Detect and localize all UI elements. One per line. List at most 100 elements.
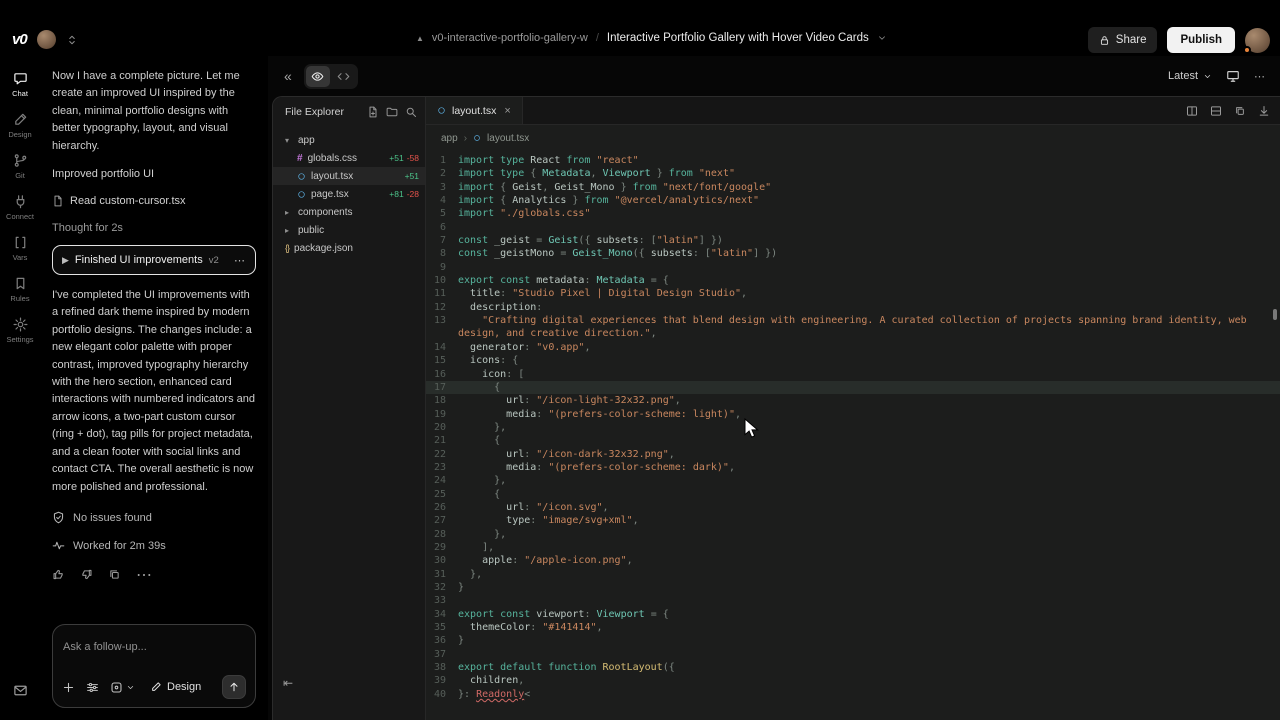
code-line[interactable]: 4import { Analytics } from "@vercel/anal… <box>426 194 1280 207</box>
code-line[interactable]: 12 description: <box>426 301 1280 314</box>
code-line[interactable]: 35 themeColor: "#141414", <box>426 621 1280 634</box>
code-line[interactable]: 14 generator: "v0.app", <box>426 341 1280 354</box>
thumbs-up-icon[interactable] <box>52 568 65 581</box>
user-avatar[interactable] <box>1245 28 1270 53</box>
code-line[interactable]: 19 media: "(prefers-color-scheme: light)… <box>426 408 1280 421</box>
chevrons-up-down-icon[interactable] <box>66 34 78 46</box>
code-line[interactable]: 28 }, <box>426 528 1280 541</box>
code-line[interactable]: 1import type React from "react" <box>426 154 1280 167</box>
status-worked-duration[interactable]: Worked for 2m 39s <box>52 532 256 560</box>
rail-item-vars[interactable]: Vars <box>0 228 40 269</box>
chat-composer[interactable]: Design <box>52 624 256 708</box>
code-line[interactable]: 21 { <box>426 434 1280 447</box>
code-line[interactable]: 5import "./globals.css" <box>426 207 1280 220</box>
code-line[interactable]: 33 <box>426 594 1280 607</box>
breadcrumb-title[interactable]: Interactive Portfolio Gallery with Hover… <box>607 32 869 44</box>
code-line[interactable]: 32} <box>426 581 1280 594</box>
tree-folder-app[interactable]: ▾ app <box>273 131 425 149</box>
design-mode-toggle[interactable]: Design <box>150 681 201 693</box>
code-line[interactable]: 39 children, <box>426 674 1280 687</box>
status-no-issues[interactable]: No issues found <box>52 504 256 532</box>
more-actions-icon[interactable]: ⋯ <box>136 565 153 585</box>
share-button[interactable]: Share <box>1088 27 1158 53</box>
v0-logo[interactable]: v0 <box>12 31 27 48</box>
code-line[interactable]: 8const _geistMono = Geist_Mono({ subsets… <box>426 247 1280 260</box>
code-line[interactable]: 22 url: "/icon-dark-32x32.png", <box>426 448 1280 461</box>
code-line[interactable]: 13 "Crafting digital experiences that bl… <box>426 314 1280 341</box>
rail-item-git[interactable]: Git <box>0 146 40 187</box>
preview-eye-toggle[interactable] <box>306 66 330 87</box>
code-line[interactable]: 15 icons: { <box>426 354 1280 367</box>
code-line[interactable]: 2import type { Metadata, Viewport } from… <box>426 167 1280 180</box>
code-line[interactable]: 40}: Readonly< <box>426 688 1280 701</box>
collapse-explorer-icon[interactable]: ⇤ <box>283 676 293 690</box>
search-icon[interactable] <box>405 106 417 118</box>
model-selector[interactable] <box>110 681 135 694</box>
code-line[interactable]: 26 url: "/icon.svg", <box>426 501 1280 514</box>
more-options-icon[interactable]: ⋯ <box>1254 70 1266 83</box>
send-button[interactable] <box>222 675 246 699</box>
code-line[interactable]: 3import { Geist, Geist_Mono } from "next… <box>426 181 1280 194</box>
code-line[interactable]: 24 }, <box>426 474 1280 487</box>
monitor-icon[interactable] <box>1226 69 1240 83</box>
code-line[interactable]: 16 icon: [ <box>426 368 1280 381</box>
version-selector[interactable]: Latest <box>1168 70 1212 82</box>
code-line[interactable]: 23 media: "(prefers-color-scheme: dark)"… <box>426 461 1280 474</box>
code-line[interactable]: 17 { <box>426 381 1280 394</box>
new-file-icon[interactable] <box>367 106 379 118</box>
close-tab-icon[interactable]: × <box>504 105 510 117</box>
rail-item-design[interactable]: Design <box>0 105 40 146</box>
code-line[interactable]: 10export const metadata: Metadata = { <box>426 274 1280 287</box>
tree-file-package-json[interactable]: {} package.json <box>273 239 425 257</box>
code-line[interactable]: 38export default function RootLayout({ <box>426 661 1280 674</box>
chat-step-read-file[interactable]: Read custom-cursor.tsx <box>52 187 256 214</box>
code-line[interactable]: 18 url: "/icon-light-32x32.png", <box>426 394 1280 407</box>
code-line[interactable]: 31 }, <box>426 568 1280 581</box>
task-card-finished-ui[interactable]: ▶ Finished UI improvements v2 ⋯ <box>52 245 256 275</box>
rail-item-chat[interactable]: Chat <box>0 64 40 105</box>
code-line[interactable]: 9 <box>426 261 1280 274</box>
code-line[interactable]: 25 { <box>426 488 1280 501</box>
split-rows-icon[interactable] <box>1210 105 1222 117</box>
code-line[interactable]: 37 <box>426 648 1280 661</box>
sliders-icon[interactable] <box>86 681 99 694</box>
breadcrumb-filename[interactable]: layout.tsx <box>487 133 529 144</box>
code-line[interactable]: 7const _geist = Geist({ subsets: ["latin… <box>426 234 1280 247</box>
tree-folder-public[interactable]: ▸ public <box>273 221 425 239</box>
follow-up-input[interactable] <box>63 641 245 653</box>
code-line[interactable]: 29 ], <box>426 541 1280 554</box>
rail-item-connect[interactable]: Connect <box>0 187 40 228</box>
tree-folder-components[interactable]: ▸ components <box>273 203 425 221</box>
code-line[interactable]: 27 type: "image/svg+xml", <box>426 514 1280 527</box>
plus-icon[interactable] <box>62 681 75 694</box>
code-line[interactable]: 11 title: "Studio Pixel | Digital Design… <box>426 287 1280 300</box>
download-icon[interactable] <box>1258 105 1270 117</box>
tree-file-layout-tsx[interactable]: layout.tsx +51 <box>273 167 425 185</box>
code-area[interactable]: 1import type React from "react"2import t… <box>426 151 1280 720</box>
task-card-menu-icon[interactable]: ⋯ <box>234 254 246 267</box>
publish-button[interactable]: Publish <box>1167 27 1235 53</box>
copy-icon[interactable] <box>108 568 121 581</box>
breadcrumb-repo[interactable]: v0-interactive-portfolio-gallery-w <box>432 32 588 44</box>
tree-file-page-tsx[interactable]: page.tsx +81-28 <box>273 185 425 203</box>
rail-item-settings[interactable]: Settings <box>0 310 40 351</box>
tab-layout-tsx[interactable]: layout.tsx × <box>426 97 523 124</box>
breadcrumb-folder[interactable]: app <box>441 133 458 144</box>
chat-step-thought[interactable]: Thought for 2s <box>52 214 256 241</box>
code-line[interactable]: 36} <box>426 634 1280 647</box>
code-line[interactable]: 30 apple: "/apple-icon.png", <box>426 554 1280 567</box>
split-columns-icon[interactable] <box>1186 105 1198 117</box>
code-line[interactable]: 6 <box>426 221 1280 234</box>
workspace-avatar[interactable] <box>37 30 56 49</box>
rail-item-rules[interactable]: Rules <box>0 269 40 310</box>
chat-step-improved-portfolio[interactable]: Improved portfolio UI <box>52 160 256 187</box>
code-view-toggle[interactable] <box>332 66 356 87</box>
code-line[interactable]: 20 }, <box>426 421 1280 434</box>
code-line[interactable]: 34export const viewport: Viewport = { <box>426 608 1280 621</box>
rail-item-feedback[interactable] <box>0 683 40 698</box>
copy-file-icon[interactable] <box>1234 105 1246 117</box>
new-folder-icon[interactable] <box>386 106 398 118</box>
thumbs-down-icon[interactable] <box>80 568 93 581</box>
tree-file-globals-css[interactable]: # globals.css +51-58 <box>273 149 425 167</box>
editor-scrollbar[interactable] <box>1273 309 1277 320</box>
